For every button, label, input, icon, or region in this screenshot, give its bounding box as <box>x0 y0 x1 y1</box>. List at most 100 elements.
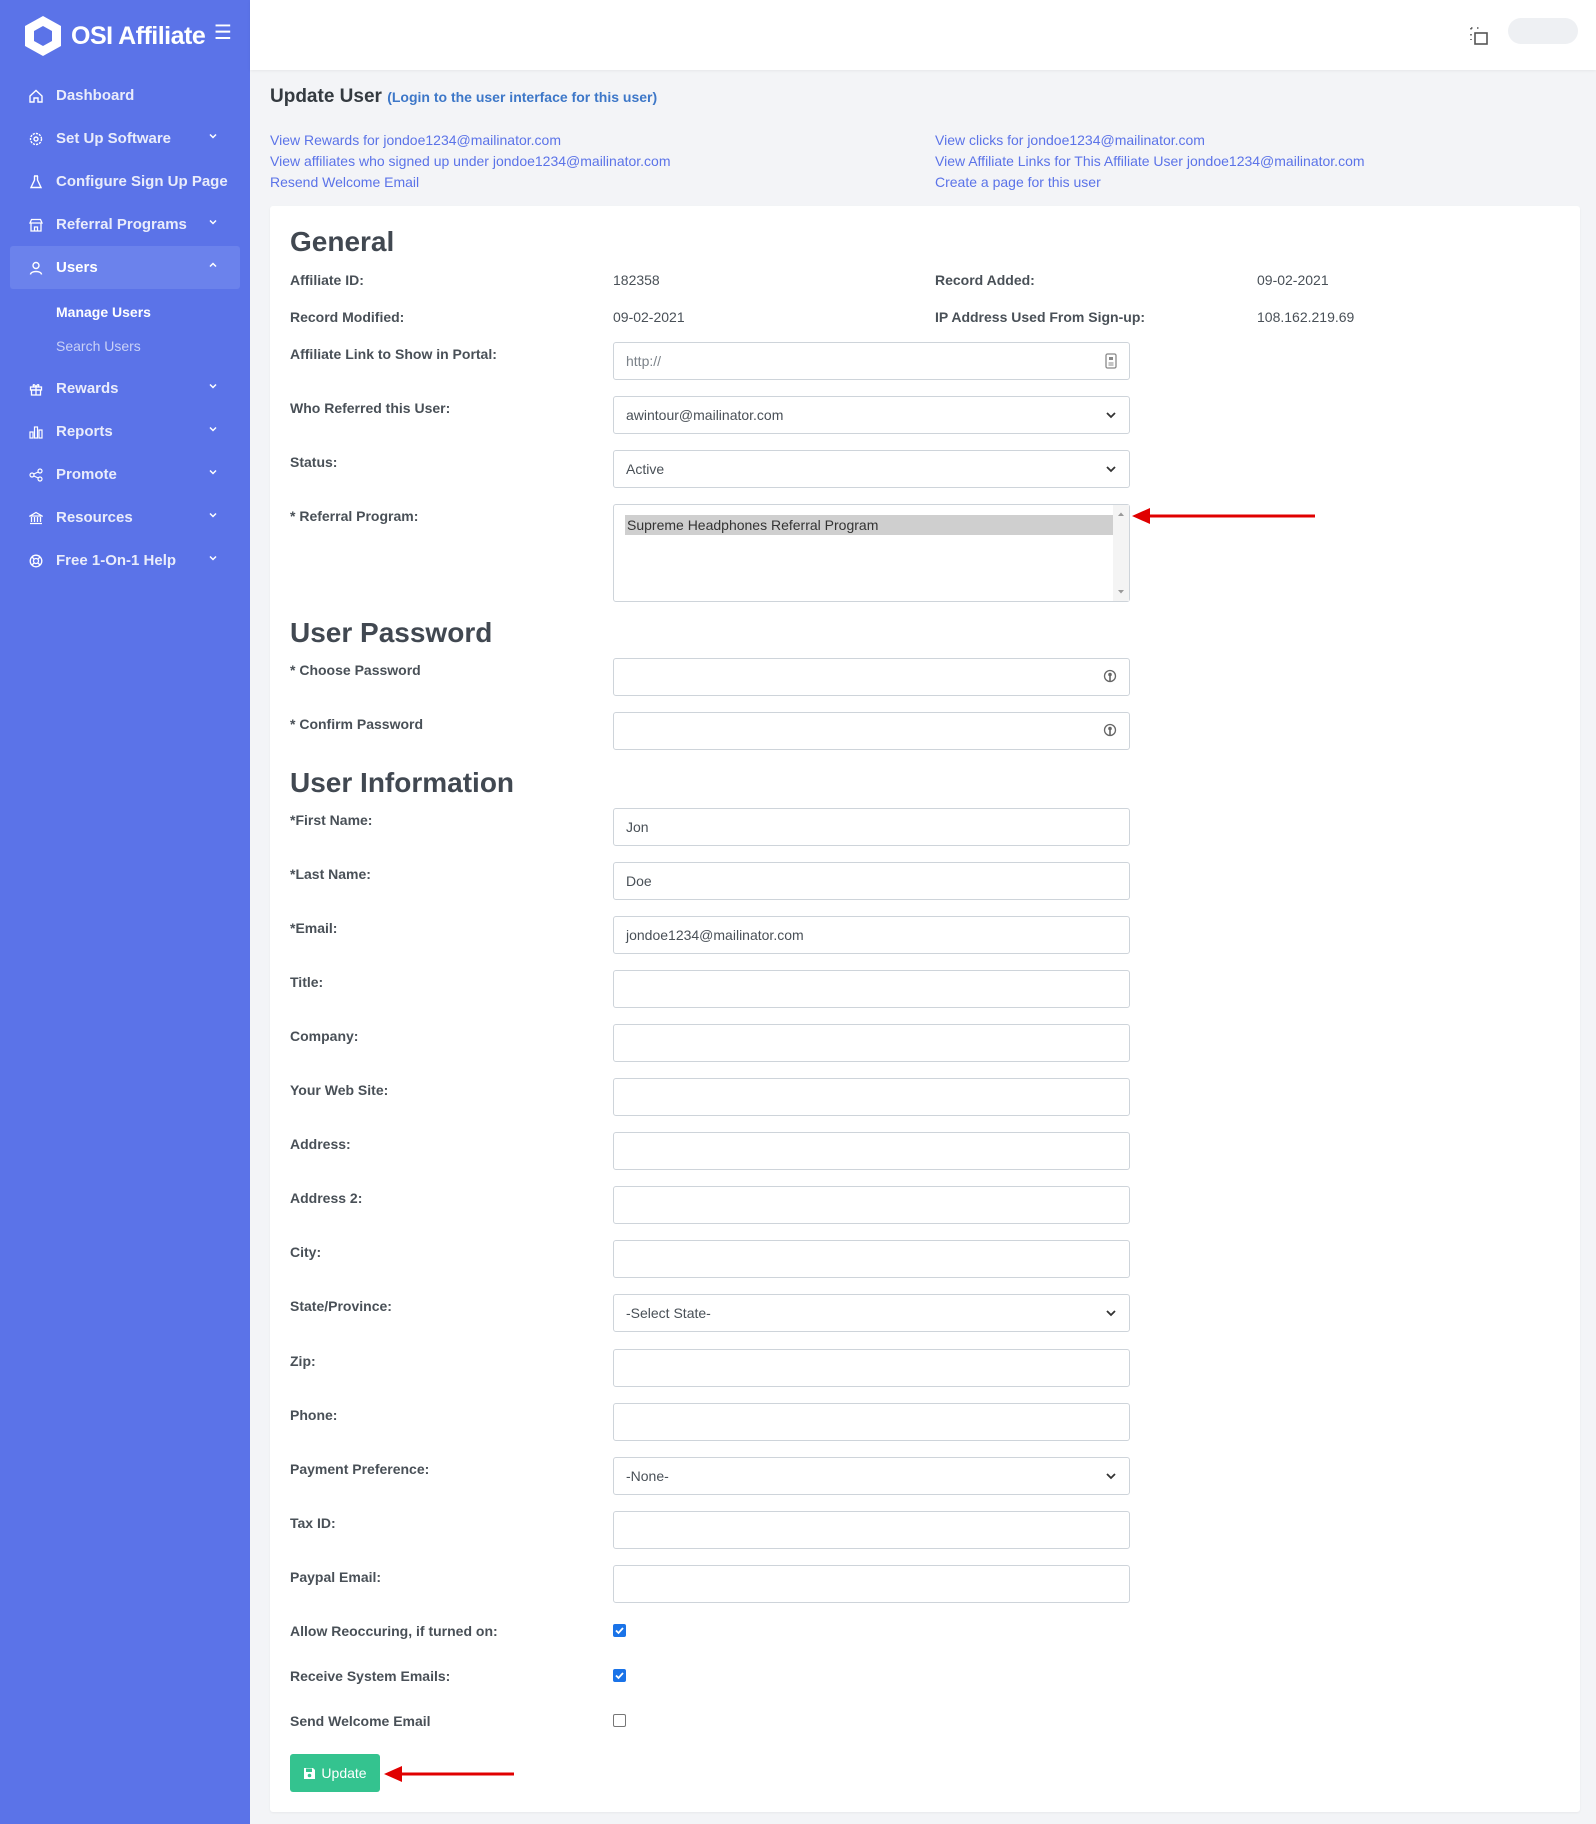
bar-chart-icon <box>28 424 44 440</box>
sidebar-item-label: Rewards <box>56 380 119 397</box>
sidebar-item-users[interactable]: Users <box>10 246 240 289</box>
last-name-input[interactable]: Doe <box>613 862 1130 900</box>
user-links-right: View clicks for jondoe1234@mailinator.co… <box>935 130 1365 193</box>
user-info-heading: User Information <box>290 767 515 798</box>
menu-toggle-icon[interactable]: ☰ <box>214 20 232 45</box>
tax-id-input[interactable] <box>613 1511 1130 1549</box>
check-icon <box>615 1672 624 1680</box>
first-name-input[interactable]: Jon <box>613 808 1130 846</box>
save-icon <box>304 1767 316 1779</box>
company-input[interactable] <box>613 1024 1130 1062</box>
welcome-email-label: Send Welcome Email <box>290 1713 431 1729</box>
update-button[interactable]: Update <box>290 1754 380 1792</box>
title-input[interactable] <box>613 970 1130 1008</box>
system-emails-label: Receive System Emails: <box>290 1668 451 1684</box>
key-icon <box>1103 723 1117 737</box>
gift-icon <box>28 381 44 397</box>
allow-recurring-checkbox[interactable] <box>613 1624 626 1637</box>
sidebar-item-label: Reports <box>56 423 113 440</box>
company-label: Company: <box>290 1028 359 1044</box>
referred-by-select[interactable]: awintour@mailinator.com <box>613 396 1130 434</box>
sidebar: OSI Affiliate ☰ Dashboard Set Up Softwar… <box>0 0 250 1824</box>
address2-label: Address 2: <box>290 1190 363 1206</box>
affiliate-id-value: 182358 <box>613 272 660 288</box>
choose-password-input[interactable] <box>613 658 1130 696</box>
affiliate-link-input[interactable]: http:// <box>613 342 1130 380</box>
paypal-input[interactable] <box>613 1565 1130 1603</box>
topbar <box>250 0 1596 70</box>
address2-input[interactable] <box>613 1186 1130 1224</box>
subnav-manage-users[interactable]: Manage Users <box>0 295 250 329</box>
subnav-search-users[interactable]: Search Users <box>0 329 250 363</box>
allow-recurring-label: Allow Reoccuring, if turned on: <box>290 1623 498 1639</box>
sidebar-item-dashboard[interactable]: Dashboard <box>0 74 250 117</box>
last-name-label: *Last Name: <box>290 866 371 882</box>
scroll-up-icon[interactable] <box>1117 511 1125 517</box>
sidebar-item-label: Promote <box>56 466 117 483</box>
scrollbar[interactable] <box>1113 505 1129 601</box>
scroll-down-icon[interactable] <box>1117 589 1125 595</box>
payment-select[interactable]: -None- <box>613 1457 1130 1495</box>
user-icon <box>28 260 44 276</box>
chevron-down-icon <box>209 383 217 389</box>
address-input[interactable] <box>613 1132 1130 1170</box>
sidebar-item-set-up-software[interactable]: Set Up Software <box>0 117 250 160</box>
state-select[interactable]: -Select State- <box>613 1294 1130 1332</box>
brand[interactable]: OSI Affiliate <box>0 0 250 72</box>
view-affiliates-link[interactable]: View affiliates who signed up under jond… <box>270 151 671 172</box>
website-input[interactable] <box>613 1078 1130 1116</box>
login-as-user-link[interactable]: (Login to the user interface for this us… <box>387 89 657 105</box>
phone-input[interactable] <box>613 1403 1130 1441</box>
ip-address-value: 108.162.219.69 <box>1257 309 1355 325</box>
chevron-up-icon <box>209 262 217 268</box>
check-icon <box>615 1627 624 1635</box>
user-links: View Rewards for jondoe1234@mailinator.c… <box>270 130 1580 200</box>
chevron-down-icon <box>209 219 217 225</box>
referral-program-multiselect[interactable]: Supreme Headphones Referral Program <box>613 504 1130 602</box>
create-page-link[interactable]: Create a page for this user <box>935 172 1365 193</box>
sidebar-item-rewards[interactable]: Rewards <box>0 367 250 410</box>
password-heading: User Password <box>290 617 493 648</box>
sidebar-item-resources[interactable]: Resources <box>0 496 250 539</box>
sidebar-item-referral-programs[interactable]: Referral Programs <box>0 203 250 246</box>
user-avatar[interactable] <box>1508 18 1578 44</box>
sidebar-item-label: Referral Programs <box>56 216 187 233</box>
contact-card-icon <box>1105 353 1117 369</box>
referral-program-option[interactable]: Supreme Headphones Referral Program <box>625 515 1113 535</box>
key-icon <box>1103 669 1117 683</box>
referred-by-label: Who Referred this User: <box>290 400 451 416</box>
state-value: -Select State- <box>626 1305 711 1321</box>
fullscreen-icon[interactable] <box>1468 25 1490 47</box>
page-title-text: Update User <box>270 86 382 107</box>
email-input[interactable]: jondoe1234@mailinator.com <box>613 916 1130 954</box>
confirm-password-input[interactable] <box>613 712 1130 750</box>
status-select[interactable]: Active <box>613 450 1130 488</box>
chevron-down-icon <box>209 512 217 518</box>
sidebar-item-free-help[interactable]: Free 1-On-1 Help <box>0 539 250 582</box>
view-rewards-link[interactable]: View Rewards for jondoe1234@mailinator.c… <box>270 130 671 151</box>
phone-label: Phone: <box>290 1407 338 1423</box>
city-input[interactable] <box>613 1240 1130 1278</box>
website-label: Your Web Site: <box>290 1082 389 1098</box>
sidebar-item-configure-sign-up[interactable]: Configure Sign Up Page <box>0 160 250 203</box>
welcome-email-checkbox[interactable] <box>613 1714 626 1727</box>
paypal-label: Paypal Email: <box>290 1569 382 1585</box>
view-affiliate-links-link[interactable]: View Affiliate Links for This Affiliate … <box>935 151 1365 172</box>
record-modified-label: Record Modified: <box>290 309 405 325</box>
chevron-down-icon <box>1106 1310 1116 1317</box>
status-value: Active <box>626 461 665 477</box>
view-clicks-link[interactable]: View clicks for jondoe1234@mailinator.co… <box>935 130 1365 151</box>
chevron-down-icon <box>209 133 217 139</box>
system-emails-checkbox[interactable] <box>613 1669 626 1682</box>
payment-value: -None- <box>626 1468 669 1484</box>
choose-password-label: * Choose Password <box>290 662 421 678</box>
sidebar-item-reports[interactable]: Reports <box>0 410 250 453</box>
bank-icon <box>28 510 44 526</box>
chevron-down-icon <box>1106 466 1116 473</box>
sidebar-item-label: Dashboard <box>56 87 135 104</box>
sidebar-item-promote[interactable]: Promote <box>0 453 250 496</box>
general-heading: General <box>290 226 395 257</box>
lifebuoy-icon <box>28 553 44 569</box>
zip-input[interactable] <box>613 1349 1130 1387</box>
resend-welcome-link[interactable]: Resend Welcome Email <box>270 172 671 193</box>
